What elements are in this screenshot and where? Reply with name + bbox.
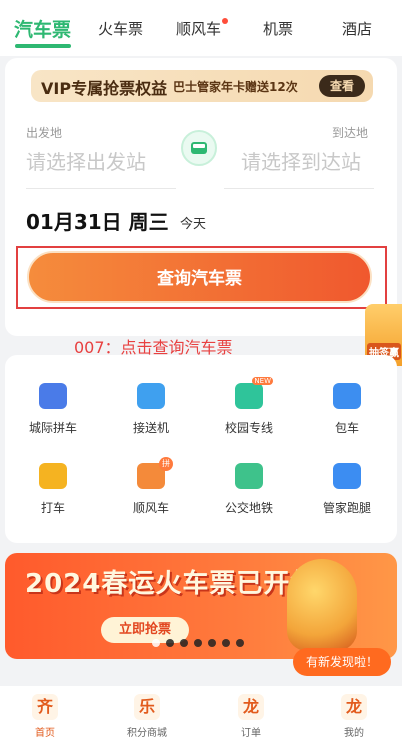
service-campus-line[interactable]: NEW 校园专线 — [209, 377, 289, 436]
carousel-dot[interactable] — [208, 639, 216, 647]
service-grid: 城际拼车 接送机 NEW 校园专线 包车 打车 拼 顺风车 公交地铁 管家跑腿 — [5, 355, 397, 543]
tab-bus-ticket[interactable]: 汽车票 — [14, 15, 71, 42]
errand-icon — [333, 463, 361, 489]
service-airport-shuttle[interactable]: 接送机 — [111, 383, 191, 436]
search-bus-ticket-button[interactable]: 查询汽车票 — [27, 251, 372, 303]
points-mall-icon: 乐 — [134, 694, 160, 720]
carousel-dots — [152, 639, 244, 647]
service-label: 顺风车 — [132, 501, 169, 515]
nav-profile[interactable]: 龙 我的 — [314, 694, 394, 739]
tab-rideshare[interactable]: 顺风车 — [176, 18, 221, 39]
carousel-dot[interactable] — [180, 639, 188, 647]
new-discovery-bubble[interactable]: 有新发现啦！ — [293, 648, 391, 676]
search-card: VIP专属抢票权益 巴士管家年卡赠送12次 查看 出发地 请选择出发站 到达地 … — [5, 58, 397, 336]
service-label: 管家跑腿 — [322, 501, 371, 515]
carousel-dot[interactable] — [166, 639, 174, 647]
orders-icon: 龙 — [238, 694, 264, 720]
notification-dot — [222, 18, 228, 24]
tab-flight[interactable]: 机票 — [263, 18, 293, 39]
service-label: 接送机 — [132, 421, 169, 435]
active-tab-indicator — [15, 44, 71, 48]
carpool-icon — [39, 383, 67, 409]
vip-banner[interactable]: VIP专属抢票权益 巴士管家年卡赠送12次 查看 — [31, 70, 373, 102]
service-intercity-carpool[interactable]: 城际拼车 — [13, 383, 93, 436]
dragon-illustration — [287, 559, 357, 651]
service-label: 公交地铁 — [224, 501, 273, 515]
home-icon: 齐 — [32, 694, 58, 720]
departure-divider — [26, 188, 176, 189]
metro-icon — [235, 463, 263, 489]
nav-label: 积分商城 — [127, 728, 167, 739]
swap-stations-button[interactable] — [181, 130, 217, 166]
taxi-icon — [39, 463, 67, 489]
arrival-label: 到达地 — [332, 126, 369, 140]
airport-shuttle-icon — [137, 383, 165, 409]
spring-festival-banner[interactable]: 2024春运火车票已开售 立即抢票 — [5, 553, 397, 659]
service-rideshare[interactable]: 拼 顺风车 — [111, 457, 191, 516]
charter-bus-icon — [333, 383, 361, 409]
vip-title: VIP专属抢票权益 — [41, 79, 168, 98]
departure-date[interactable]: 01月31日 周三 — [26, 206, 169, 235]
arrival-input[interactable]: 请选择到达站 — [241, 146, 361, 175]
service-label: 校园专线 — [224, 421, 273, 435]
nav-orders[interactable]: 龙 订单 — [211, 694, 291, 739]
service-charter[interactable]: 包车 — [307, 383, 387, 436]
rideshare-icon: 拼 — [137, 457, 173, 489]
nav-home[interactable]: 齐 首页 — [5, 694, 85, 739]
nav-points-mall[interactable]: 乐 积分商城 — [107, 694, 187, 739]
nav-label: 订单 — [241, 728, 261, 739]
new-tag: NEW — [252, 377, 273, 385]
today-hint: 今天 — [180, 217, 207, 232]
vip-view-button[interactable]: 查看 — [319, 75, 365, 97]
service-label: 打车 — [40, 501, 65, 515]
top-tab-bar: 汽车票 火车票 顺风车 机票 酒店 — [0, 0, 402, 56]
bottom-navigation: 齐 首页 乐 积分商城 龙 订单 龙 我的 — [0, 686, 402, 742]
carousel-dot[interactable] — [222, 639, 230, 647]
vip-subtitle: 巴士管家年卡赠送12次 — [173, 80, 298, 94]
departure-label: 出发地 — [26, 126, 63, 140]
carousel-dot[interactable] — [152, 639, 160, 647]
service-errand[interactable]: 管家跑腿 — [307, 463, 387, 516]
nav-label: 首页 — [35, 728, 55, 739]
tab-hotel[interactable]: 酒店 — [342, 18, 372, 39]
banner-title: 2024春运火车票已开售 — [25, 569, 318, 599]
service-metro[interactable]: 公交地铁 — [209, 463, 289, 516]
service-label: 包车 — [334, 421, 359, 435]
service-label: 城际拼车 — [28, 421, 77, 435]
campus-bus-icon: NEW — [235, 377, 273, 409]
carousel-dot[interactable] — [194, 639, 202, 647]
carpool-tag: 拼 — [159, 457, 173, 471]
tab-train-ticket[interactable]: 火车票 — [98, 18, 143, 39]
profile-icon: 龙 — [341, 694, 367, 720]
arrival-divider — [224, 188, 374, 189]
bus-swap-icon — [191, 142, 207, 154]
departure-input[interactable]: 请选择出发站 — [26, 146, 146, 175]
nav-label: 我的 — [344, 728, 364, 739]
carousel-dot[interactable] — [236, 639, 244, 647]
service-taxi[interactable]: 打车 — [13, 463, 93, 516]
